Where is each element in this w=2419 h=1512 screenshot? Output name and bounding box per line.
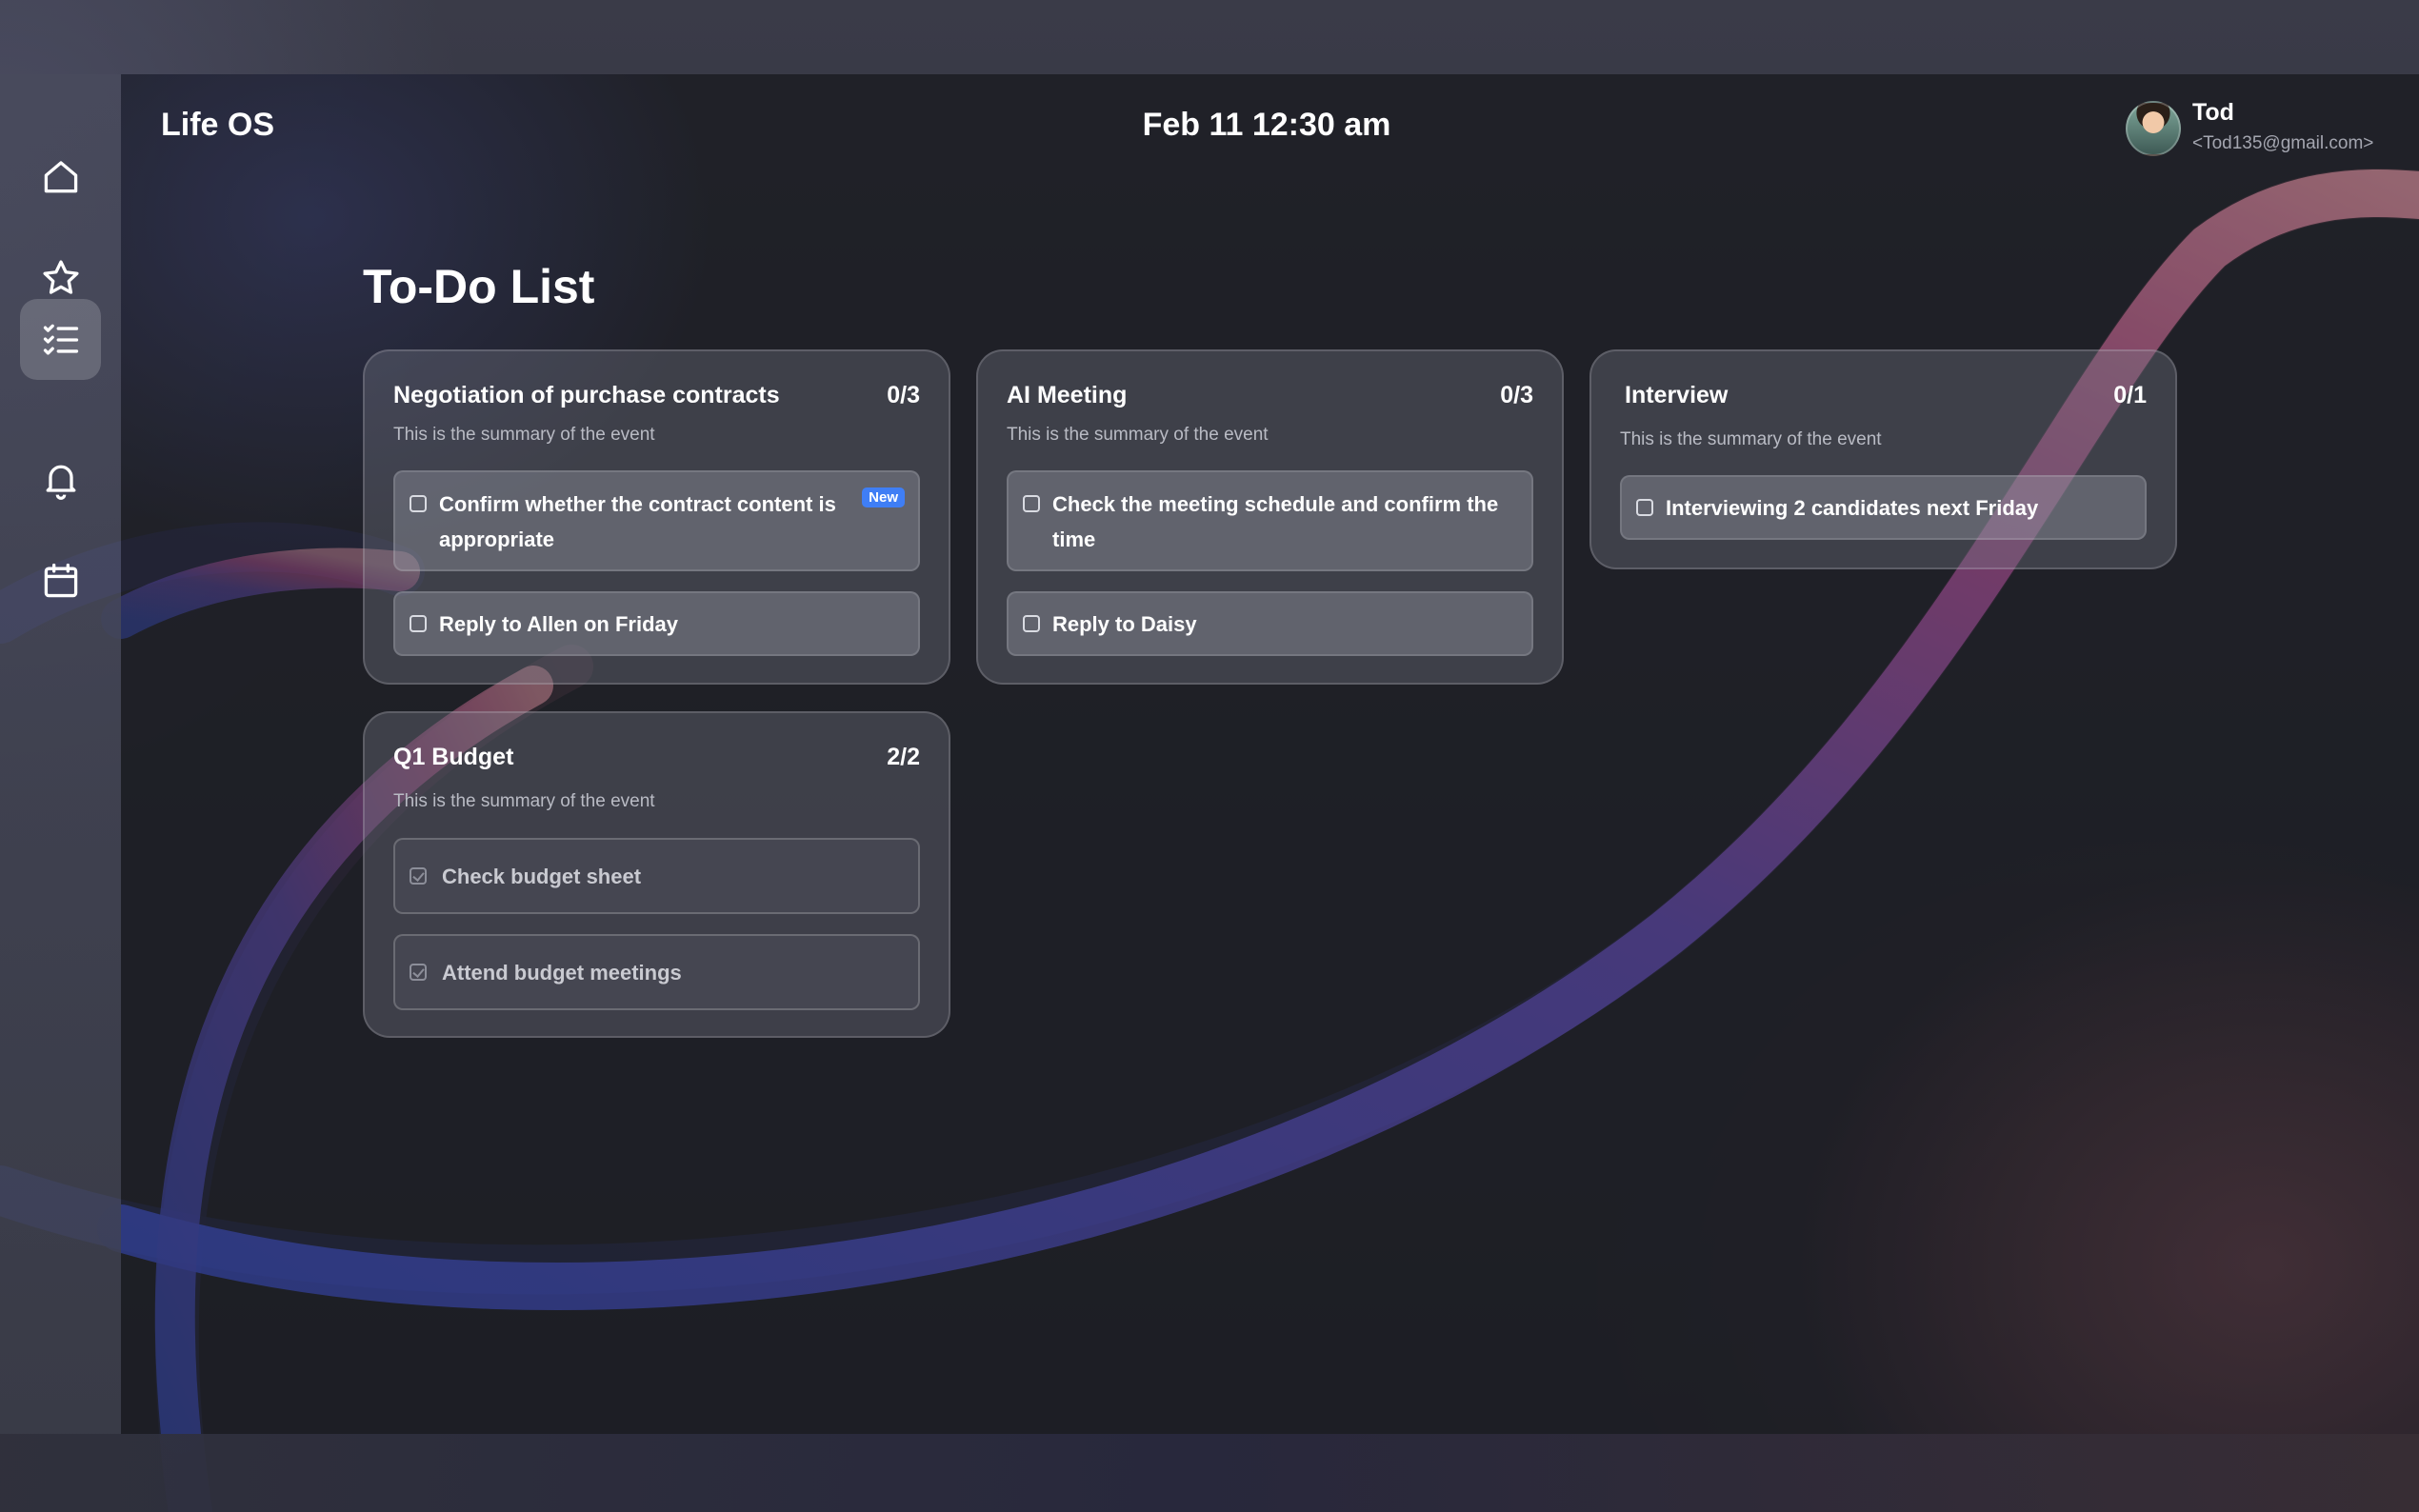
- card-summary: This is the summary of the event: [393, 425, 655, 445]
- task-checkbox[interactable]: [1636, 499, 1653, 516]
- home-icon: [44, 160, 77, 192]
- app-title: Life OS: [161, 107, 275, 143]
- screen: Life OS Feb 11 12:30 am Tod <Tod135@gmai…: [0, 0, 2419, 1512]
- task-text: Interviewing 2 candidates next Friday: [1666, 496, 2039, 520]
- task-item[interactable]: Interviewing 2 candidates next Friday: [1620, 475, 2147, 540]
- task-item[interactable]: Check budget sheet: [393, 838, 920, 914]
- checklist-icon: [43, 324, 78, 355]
- avatar[interactable]: [2126, 101, 2181, 156]
- task-text: Check budget sheet: [442, 865, 642, 888]
- task-checkbox[interactable]: [1023, 615, 1040, 632]
- user-email: <Tod135@gmail.com>: [2192, 133, 2374, 153]
- task-checkbox-checked[interactable]: [410, 867, 427, 885]
- task-text: Attend budget meetings: [442, 961, 682, 985]
- task-text: Reply to Allen on Friday: [439, 612, 678, 636]
- sidebar-item-home[interactable]: [20, 136, 101, 217]
- card-summary: This is the summary of the event: [1007, 425, 1269, 445]
- bottom-strip: [0, 1434, 2419, 1512]
- current-datetime: Feb 11 12:30 am: [1142, 107, 1391, 143]
- card-summary: This is the summary of the event: [393, 791, 655, 811]
- card-progress-count: 0/1: [2113, 382, 2147, 408]
- task-checkbox[interactable]: [1023, 495, 1040, 512]
- task-checkbox[interactable]: [410, 615, 427, 632]
- card-progress-count: 0/3: [1500, 382, 1533, 408]
- task-text: Confirm whether the contract content is …: [439, 492, 836, 551]
- task-item[interactable]: Reply to Daisy: [1007, 591, 1533, 656]
- calendar-icon: [44, 563, 77, 597]
- card-title: Q1 Budget: [393, 744, 514, 770]
- task-text: Check the meeting schedule and confirm t…: [1052, 492, 1499, 551]
- task-item[interactable]: Confirm whether the contract content is …: [393, 470, 920, 571]
- todo-card[interactable]: Q1 Budget 2/2 This is the summary of the…: [363, 711, 950, 1038]
- card-title: Negotiation of purchase contracts: [393, 382, 780, 408]
- sidebar-item-todo[interactable]: [20, 299, 101, 380]
- todo-card[interactable]: Interview 0/1 This is the summary of the…: [1589, 349, 2177, 569]
- task-item[interactable]: Attend budget meetings: [393, 934, 920, 1010]
- sidebar: [0, 74, 121, 1434]
- task-text: Reply to Daisy: [1052, 612, 1197, 636]
- task-checkbox-checked[interactable]: [410, 964, 427, 981]
- card-progress-count: 2/2: [887, 744, 920, 770]
- page-title: To-Do List: [363, 260, 595, 313]
- user-name: Tod: [2192, 99, 2234, 126]
- sidebar-item-calendar[interactable]: [20, 540, 101, 621]
- task-item[interactable]: Check the meeting schedule and confirm t…: [1007, 470, 1533, 571]
- task-item[interactable]: Reply to Allen on Friday: [393, 591, 920, 656]
- task-checkbox[interactable]: [410, 495, 427, 512]
- card-title: AI Meeting: [1007, 382, 1128, 408]
- star-icon: [42, 259, 79, 294]
- new-badge: New: [862, 487, 905, 507]
- card-title: Interview: [1625, 382, 1729, 408]
- todo-card[interactable]: Negotiation of purchase contracts 0/3 Th…: [363, 349, 950, 685]
- card-progress-count: 0/3: [887, 382, 920, 408]
- sidebar-item-notifications[interactable]: [20, 439, 101, 520]
- card-summary: This is the summary of the event: [1620, 429, 1882, 449]
- todo-card[interactable]: AI Meeting 0/3 This is the summary of th…: [976, 349, 1564, 685]
- bell-icon: [46, 465, 75, 500]
